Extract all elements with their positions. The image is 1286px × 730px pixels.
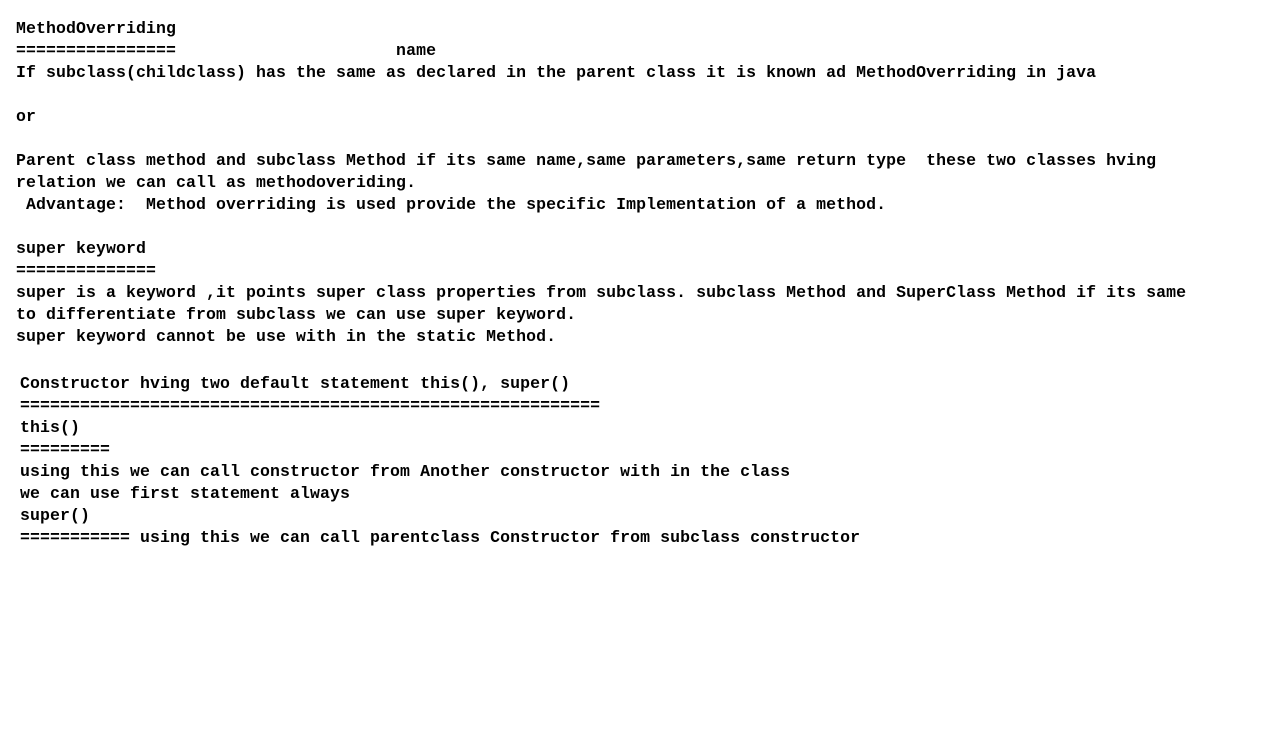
super-keyword-line-3: super keyword cannot be use with in the … — [16, 327, 557, 346]
advantage-text: Advantage: Method overriding is used pro… — [16, 195, 887, 214]
super-line: =========== using this we can call paren… — [20, 528, 861, 547]
constructor-section: Constructor hving two default statement … — [20, 373, 1270, 549]
method-overriding-desc-line-1: Parent class method and subclass Method … — [16, 151, 1157, 170]
this-title: this() — [20, 418, 81, 437]
method-overriding-underline: ================ name — [16, 41, 437, 60]
constructor-title: Constructor hving two default statement … — [20, 374, 571, 393]
super-title: super() — [20, 506, 91, 525]
super-keyword-line-2: to differentiate from subclass we can us… — [16, 305, 577, 324]
this-line-2: we can use first statement always — [20, 484, 351, 503]
this-underline: ========= — [20, 440, 111, 459]
this-line-1: using this we can call constructor from … — [20, 462, 791, 481]
document-body: MethodOverriding ================ name I… — [16, 18, 1266, 348]
method-overriding-definition: If subclass(childclass) has the same as … — [16, 63, 1097, 82]
or-text: or — [16, 107, 37, 126]
method-overriding-title: MethodOverriding — [16, 19, 177, 38]
super-keyword-line-1: super is a keyword ,it points super clas… — [16, 283, 1187, 302]
super-keyword-title: super keyword — [16, 239, 147, 258]
constructor-underline: ========================================… — [20, 396, 601, 415]
method-overriding-desc-line-2: relation we can call as methodoveriding. — [16, 173, 417, 192]
super-keyword-underline: ============== — [16, 261, 157, 280]
